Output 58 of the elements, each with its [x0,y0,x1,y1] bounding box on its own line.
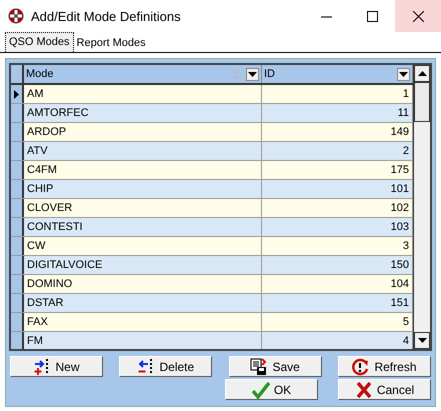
table-cell: 150 [262,256,413,274]
cancel-button[interactable]: Cancel [338,379,431,400]
tab[interactable]: QSO Modes [5,32,74,52]
filter-dropdown-button[interactable] [397,68,410,80]
table-cell: 3 [262,237,413,255]
table-cell: C4FM [24,161,262,179]
table-cell: 151 [262,294,413,312]
refresh-icon [352,358,370,376]
row-pointer-icon [14,90,19,98]
scrollbar[interactable] [413,65,430,349]
column-header[interactable]: ID [262,65,413,83]
window-title: Add/Edit Mode Definitions [31,8,182,24]
column-header[interactable]: Mode [24,65,262,83]
sort-icon [234,70,243,78]
caret-down-icon [399,72,408,76]
table-cell: 175 [262,161,413,179]
maximize-icon [366,10,378,22]
table-cell: 1 [262,85,413,103]
table-cell: ATV [24,142,262,160]
new-button[interactable]: New [10,356,103,377]
save-icon [250,358,268,376]
checkmark-icon [252,380,270,398]
table-cell: CLOVER [24,199,262,217]
table-cell: CONTESTI [24,218,262,236]
table-cell: 103 [262,218,413,236]
cross-icon [354,380,373,398]
table-cell: DOMINO [24,275,262,293]
close-button[interactable] [395,0,441,32]
save-button[interactable]: Save [228,356,322,377]
table-cell: ARDOP [24,123,262,141]
table-cell: 149 [262,123,413,141]
tab[interactable]: Report Modes [74,34,149,52]
row-selector[interactable] [11,85,24,103]
table-cell: CW [24,237,262,255]
delete-button[interactable]: Delete [119,356,212,377]
scrollbar-thumb[interactable] [414,82,430,122]
table-cell: 11 [262,104,413,122]
table-cell: 101 [262,180,413,198]
table-cell: DIGITALVOICE [24,256,262,274]
ok-button[interactable]: OK [225,379,318,400]
caret-up-icon [418,71,426,76]
table-cell: 104 [262,275,413,293]
table-cell: 2 [262,142,413,160]
table-cell: FM [24,332,262,349]
table-cell: 102 [262,199,413,217]
refresh-button[interactable]: Refresh [338,356,431,377]
table-cell: CHIP [24,180,262,198]
table-cell: AMTORFEC [24,104,262,122]
caret-down-icon [418,338,426,343]
table-cell: DSTAR [24,294,262,312]
close-icon [412,10,424,22]
table-cell: FAX [24,313,262,331]
app-icon [8,8,24,24]
filter-dropdown-button[interactable] [246,68,259,80]
table-cell: 4 [262,332,413,349]
caret-down-icon [248,72,257,76]
table-cell: AM [24,85,262,103]
table-cell: 5 [262,313,413,331]
